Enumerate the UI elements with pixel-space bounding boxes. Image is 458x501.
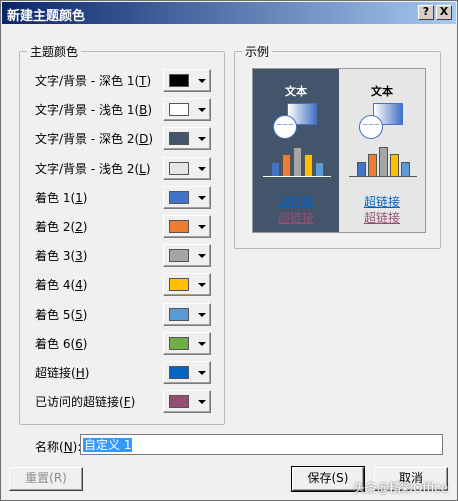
dropdown-arrow-icon (198, 312, 206, 317)
chart-baseline (349, 176, 417, 177)
theme-colors-legend: 主题颜色 (30, 45, 79, 59)
color-swatch (169, 395, 189, 409)
color-swatch (169, 190, 189, 204)
dropdown-arrow-icon (198, 225, 206, 229)
theme-color-row: 超链接(H) (35, 361, 213, 384)
color-picker-button[interactable] (163, 273, 211, 297)
color-swatch (169, 307, 189, 321)
theme-color-row: 已访问的超链接(F) (35, 390, 213, 414)
title-bar: 新建主题颜色 ? X (2, 2, 456, 24)
sample-bar (293, 147, 302, 177)
chart-baseline (263, 176, 331, 177)
theme-color-row: 着色 3(3) (35, 244, 213, 268)
name-input-value: 自定义 1 (83, 438, 133, 452)
sample-bar (271, 162, 280, 177)
watermark-text: 头条@精彩Office (353, 481, 449, 495)
sample-legend: 示例 (245, 45, 270, 59)
sample-bar (282, 154, 291, 177)
dropdown-arrow-icon (198, 341, 206, 346)
theme-color-label: 着色 6(6) (35, 336, 88, 351)
color-picker-button[interactable] (163, 390, 211, 414)
theme-color-label: 文字/背景 - 深色 2(D) (35, 132, 154, 147)
dropdown-arrow-icon (198, 254, 206, 259)
theme-color-row: 着色 4(4) (35, 273, 213, 297)
color-swatch (169, 103, 189, 117)
help-button[interactable]: ? (418, 5, 434, 20)
color-swatch (169, 366, 189, 379)
dropdown-arrow-icon (198, 283, 206, 288)
theme-color-label: 着色 3(3) (35, 249, 88, 264)
sample-bar (304, 154, 313, 177)
dropdown-arrow-icon (198, 79, 206, 83)
theme-color-label: 已访问的超链接(F) (35, 395, 136, 410)
dialog-title: 新建主题颜色 (7, 9, 86, 24)
theme-color-row: 文字/背景 - 浅色 2(L) (35, 156, 213, 180)
name-input[interactable]: 自定义 1 (80, 434, 443, 455)
sample-hyperlink: 超链接 (277, 195, 314, 209)
color-swatch (169, 74, 189, 87)
color-picker-button[interactable] (163, 361, 211, 384)
sample-visited-hyperlink: 超链接 (277, 211, 314, 225)
color-swatch (169, 249, 189, 263)
sample-visited-hyperlink: 超链接 (363, 211, 400, 225)
sample-bar (315, 162, 324, 177)
color-picker-button[interactable] (163, 156, 211, 180)
theme-color-row: 着色 6(6) (35, 331, 213, 355)
sample-bar (357, 162, 366, 177)
sample-hyperlink: 超链接 (363, 195, 400, 209)
color-swatch (169, 132, 189, 146)
theme-color-row: 着色 5(5) (35, 302, 213, 326)
theme-color-row: 着色 1(1) (35, 185, 213, 209)
theme-color-label: 文字/背景 - 浅色 1(B) (35, 103, 153, 118)
sample-text-label: 文本 (285, 85, 307, 98)
theme-color-row: 文字/背景 - 浅色 1(B) (35, 98, 213, 122)
dropdown-arrow-icon (198, 195, 206, 200)
sample-bar (401, 162, 410, 177)
bubble-shape: ~~~ (273, 115, 297, 139)
theme-color-row: 着色 2(2) (35, 215, 213, 238)
theme-color-label: 着色 1(1) (35, 190, 88, 205)
sample-bar (379, 147, 388, 177)
theme-color-row: 文字/背景 - 深色 1(T) (35, 69, 213, 92)
theme-color-label: 着色 4(4) (35, 278, 88, 293)
bubble-shape: ~~~ (359, 115, 383, 139)
color-swatch (169, 220, 189, 233)
sample-bar-chart (263, 143, 331, 177)
color-picker-button[interactable] (163, 302, 211, 326)
sample-light-pane: 文本 ~~~ 超链接 超链接 (339, 69, 425, 232)
color-picker-button[interactable] (163, 215, 211, 238)
theme-color-label: 着色 2(2) (35, 220, 88, 234)
sample-text-label: 文本 (371, 85, 393, 98)
color-picker-button[interactable] (163, 331, 211, 355)
sample-preview: 文本 ~~~ 超链接 超链接 文本 ~~~ 超链接 超链接 (252, 68, 426, 233)
sample-dark-pane: 文本 ~~~ 超链接 超链接 (253, 69, 339, 232)
color-picker-button[interactable] (163, 127, 211, 151)
color-swatch (169, 161, 189, 175)
color-picker-button[interactable] (163, 185, 211, 209)
dropdown-arrow-icon (198, 400, 206, 405)
color-picker-button[interactable] (163, 98, 211, 122)
theme-color-label: 着色 5(5) (35, 307, 88, 322)
dropdown-arrow-icon (198, 371, 206, 375)
name-label: 名称(N): (35, 440, 82, 454)
close-button[interactable]: X (436, 5, 452, 20)
theme-color-row: 文字/背景 - 深色 2(D) (35, 127, 213, 151)
dialog-window: 新建主题颜色 ? X 主题颜色 文字/背景 - 深色 1(T) 文字/背景 - 浅… (0, 0, 458, 501)
dropdown-arrow-icon (198, 166, 206, 171)
color-picker-button[interactable] (163, 69, 211, 92)
sample-bar (390, 154, 399, 177)
theme-color-label: 文字/背景 - 深色 1(T) (35, 74, 152, 88)
dropdown-arrow-icon (198, 137, 206, 142)
color-picker-button[interactable] (163, 244, 211, 268)
color-swatch (169, 278, 189, 292)
dropdown-arrow-icon (198, 108, 206, 113)
theme-color-label: 文字/背景 - 浅色 2(L) (35, 161, 151, 176)
sample-bar-chart (349, 143, 417, 177)
reset-button[interactable]: 重置(R) (9, 467, 83, 491)
sample-bar (368, 154, 377, 177)
color-swatch (169, 336, 189, 350)
theme-color-label: 超链接(H) (35, 366, 90, 380)
